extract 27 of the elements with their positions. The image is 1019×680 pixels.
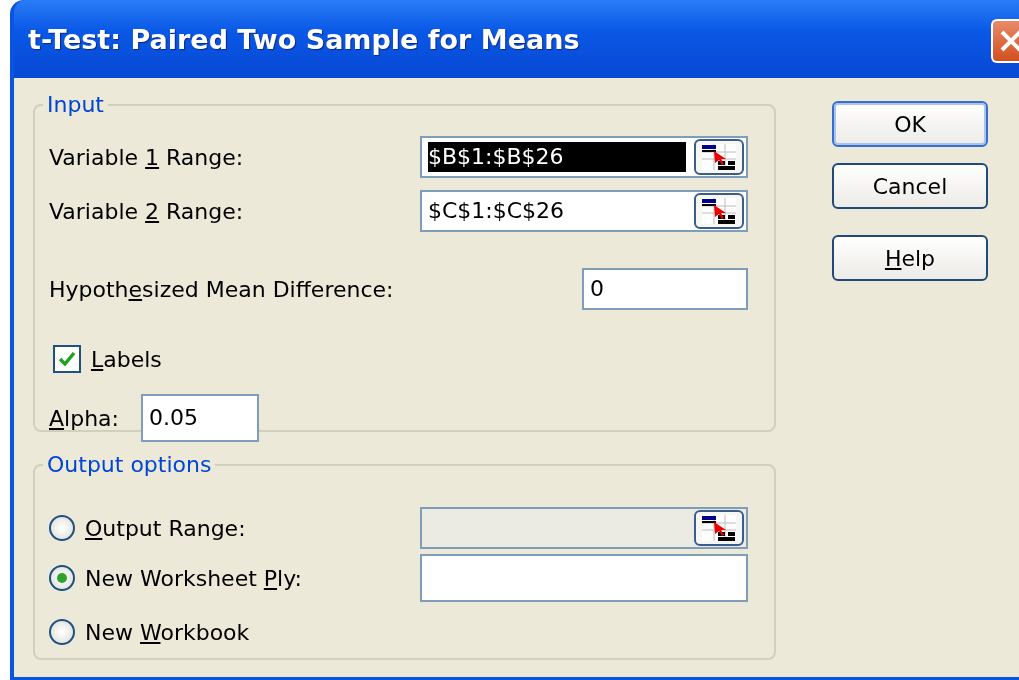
close-button[interactable] bbox=[991, 19, 1019, 63]
checkbox-label: Labels bbox=[91, 346, 162, 372]
field-label: Hypothesized Mean Difference: bbox=[49, 276, 394, 302]
alpha-field[interactable]: 0.05 bbox=[141, 394, 259, 442]
group-legend: Output options bbox=[43, 452, 216, 477]
field-label: Alpha: bbox=[49, 405, 119, 431]
dialog-button[interactable]: Help bbox=[832, 235, 988, 281]
group-legend: Input bbox=[43, 92, 108, 117]
labels-checkbox[interactable] bbox=[53, 345, 81, 373]
range-picker-button[interactable] bbox=[694, 139, 744, 175]
radio-button[interactable] bbox=[49, 565, 75, 591]
field-label: Variable 1 Range: bbox=[49, 144, 244, 170]
radio-label: Output Range: bbox=[85, 515, 246, 541]
window-title: t-Test: Paired Two Sample for Means bbox=[28, 23, 580, 55]
mean-difference-field[interactable]: 0 bbox=[582, 268, 748, 310]
check-icon bbox=[58, 351, 76, 367]
range-field[interactable]: $B$1:$B$26 bbox=[420, 136, 748, 178]
radio-label: New Worksheet Ply: bbox=[85, 565, 303, 591]
range-field[interactable]: $C$1:$C$26 bbox=[420, 190, 748, 232]
dialog-button[interactable]: Cancel bbox=[832, 163, 988, 209]
radio-button[interactable] bbox=[49, 619, 75, 645]
worksheet-name-field[interactable] bbox=[420, 554, 748, 602]
field-label: Variable 2 Range: bbox=[49, 198, 244, 224]
range-picker-button[interactable] bbox=[694, 193, 744, 229]
radio-label: New Workbook bbox=[85, 619, 250, 645]
close-icon bbox=[999, 29, 1019, 53]
dialog-button[interactable]: OK bbox=[832, 101, 988, 147]
